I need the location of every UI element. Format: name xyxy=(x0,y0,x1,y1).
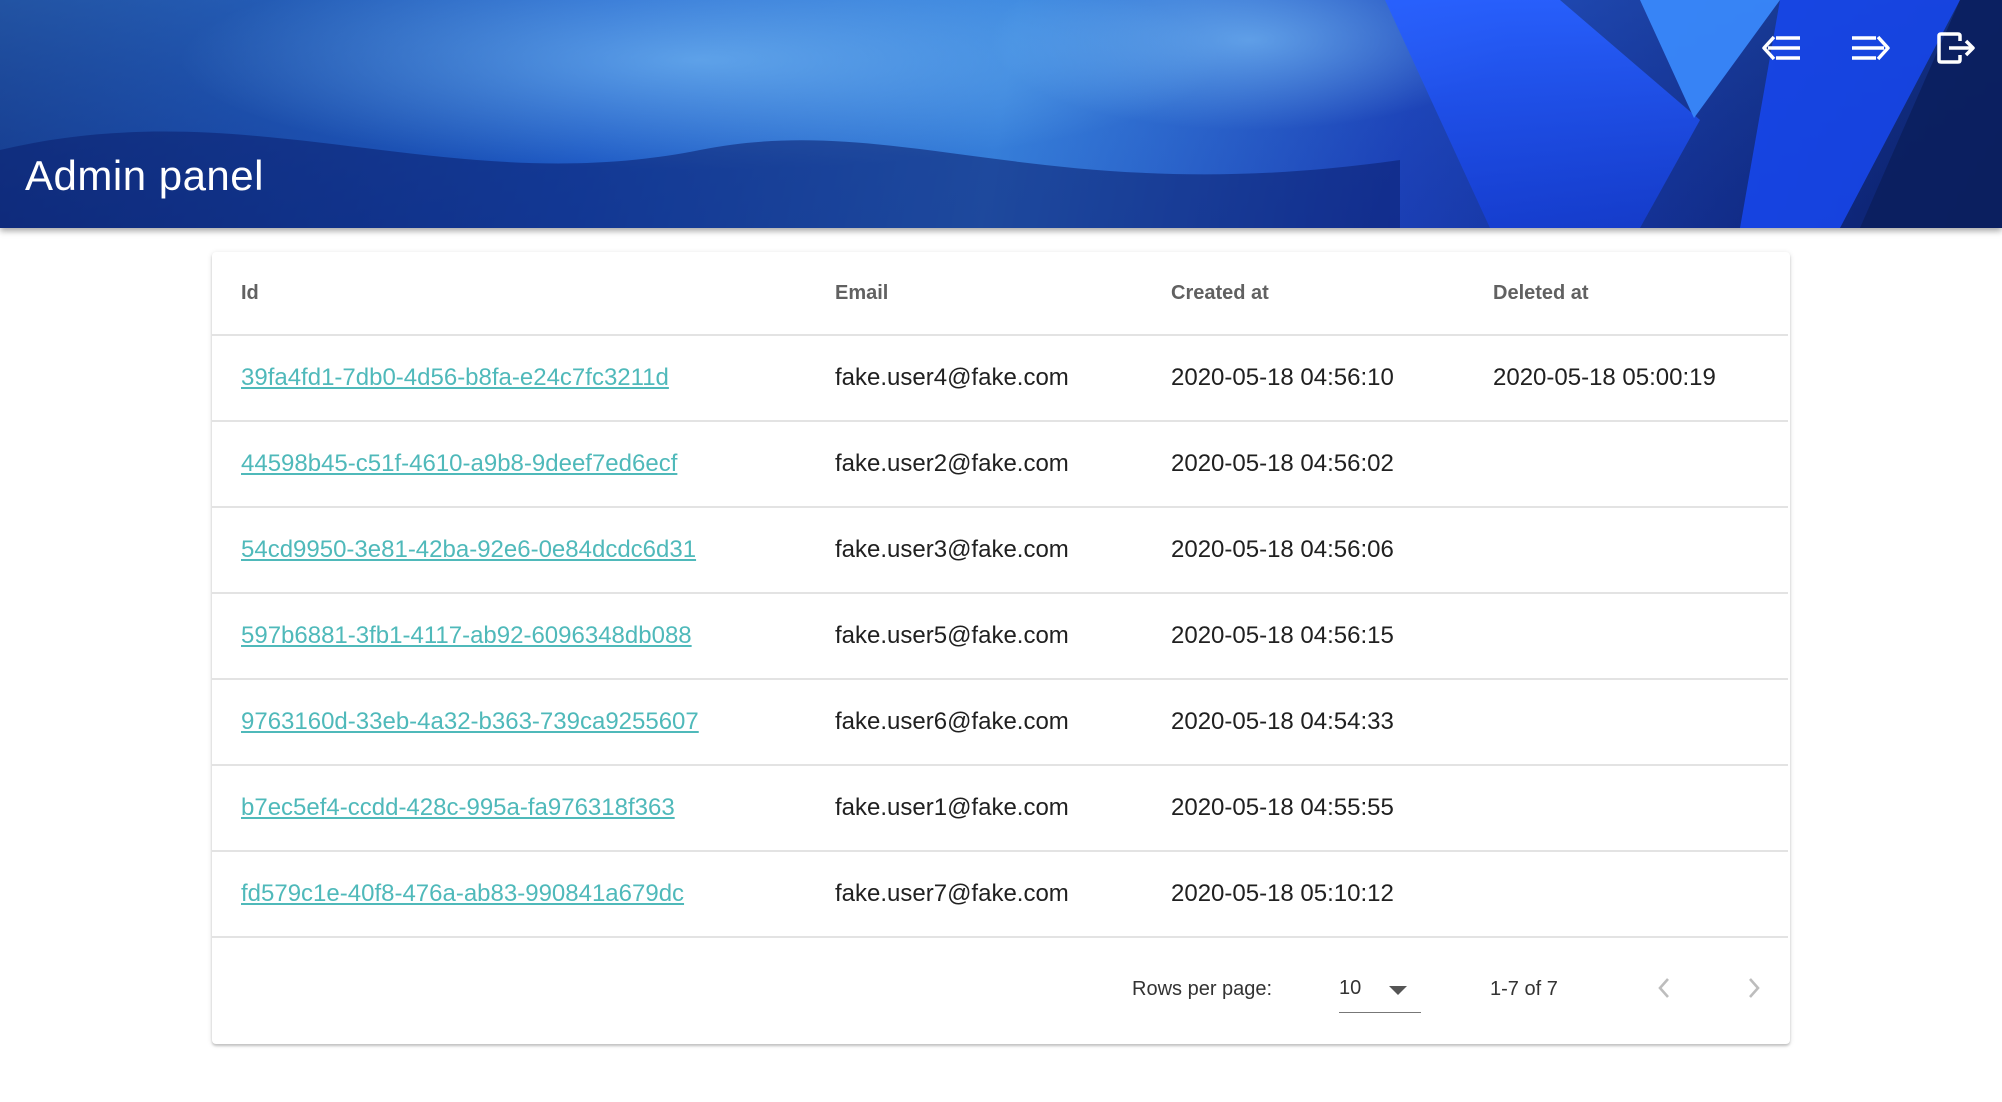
cell-deleted-at xyxy=(1493,593,1788,680)
expand-right-button[interactable] xyxy=(1844,22,1896,74)
table-row[interactable]: 44598b45-c51f-4610-a9b8-9deef7ed6ecf fak… xyxy=(212,421,1788,508)
app-header: Admin panel xyxy=(0,0,2002,228)
user-id-link[interactable]: fd579c1e-40f8-476a-ab83-990841a679dc xyxy=(241,880,684,907)
cell-created-at: 2020-05-18 04:54:33 xyxy=(1171,679,1493,766)
table-row[interactable]: 9763160d-33eb-4a32-b363-739ca9255607 fak… xyxy=(212,679,1788,766)
pagination-range: 1-7 of 7 xyxy=(1490,978,1558,1000)
table-row[interactable]: 597b6881-3fb1-4117-ab92-6096348db088 fak… xyxy=(212,593,1788,680)
table-pagination: Rows per page: 10 1-7 of 7 xyxy=(212,938,1790,1042)
expand-right-icon xyxy=(1852,35,1890,61)
table-row[interactable]: 39fa4fd1-7db0-4d56-b8fa-e24c7fc3211d fak… xyxy=(212,335,1788,422)
logout-icon xyxy=(1937,32,1975,64)
page-title: Admin panel xyxy=(25,152,264,199)
chevron-left-icon xyxy=(1658,978,1669,998)
column-header-created-at[interactable]: Created at xyxy=(1171,252,1493,336)
cell-email: fake.user2@fake.com xyxy=(835,421,1171,508)
user-id-link[interactable]: 9763160d-33eb-4a32-b363-739ca9255607 xyxy=(241,708,699,735)
cell-email: fake.user7@fake.com xyxy=(835,851,1171,938)
cell-id: 54cd9950-3e81-42ba-92e6-0e84dcdc6d31 xyxy=(212,507,835,594)
user-id-link[interactable]: 54cd9950-3e81-42ba-92e6-0e84dcdc6d31 xyxy=(241,536,696,563)
table-row[interactable]: 54cd9950-3e81-42ba-92e6-0e84dcdc6d31 fak… xyxy=(212,507,1788,594)
chevron-right-icon xyxy=(1749,978,1760,998)
cell-created-at: 2020-05-18 04:56:06 xyxy=(1171,507,1493,594)
cell-email: fake.user5@fake.com xyxy=(835,593,1171,680)
cell-deleted-at: 2020-05-18 05:00:19 xyxy=(1493,335,1788,422)
column-header-email[interactable]: Email xyxy=(835,252,1171,336)
cell-email: fake.user4@fake.com xyxy=(835,335,1171,422)
cell-email: fake.user3@fake.com xyxy=(835,507,1171,594)
cell-id: b7ec5ef4-ccdd-428c-995a-fa976318f363 xyxy=(212,765,835,852)
cell-deleted-at xyxy=(1493,851,1788,938)
cell-deleted-at xyxy=(1493,421,1788,508)
cell-id: 9763160d-33eb-4a32-b363-739ca9255607 xyxy=(212,679,835,766)
cell-email: fake.user1@fake.com xyxy=(835,765,1171,852)
previous-page-button[interactable] xyxy=(1642,966,1686,1010)
user-id-link[interactable]: 39fa4fd1-7db0-4d56-b8fa-e24c7fc3211d xyxy=(241,364,669,391)
collapse-left-icon xyxy=(1762,35,1800,61)
collapse-left-button[interactable] xyxy=(1756,22,1808,74)
dropdown-caret-icon xyxy=(1389,986,1407,995)
rows-per-page-label: Rows per page: xyxy=(1132,978,1273,1000)
cell-created-at: 2020-05-18 04:56:10 xyxy=(1171,335,1493,422)
logout-button[interactable] xyxy=(1930,22,1982,74)
next-page-button[interactable] xyxy=(1732,966,1776,1010)
column-header-id[interactable]: Id xyxy=(212,252,835,336)
column-header-deleted-at[interactable]: Deleted at xyxy=(1493,252,1788,336)
user-id-link[interactable]: 44598b45-c51f-4610-a9b8-9deef7ed6ecf xyxy=(241,450,677,477)
users-table: Id Email Created at Deleted at 39fa4fd1-… xyxy=(212,252,1788,938)
table-row[interactable]: b7ec5ef4-ccdd-428c-995a-fa976318f363 fak… xyxy=(212,765,1788,852)
cell-id: 44598b45-c51f-4610-a9b8-9deef7ed6ecf xyxy=(212,421,835,508)
table-row[interactable]: fd579c1e-40f8-476a-ab83-990841a679dc fak… xyxy=(212,851,1788,938)
cell-created-at: 2020-05-18 04:55:55 xyxy=(1171,765,1493,852)
header-background xyxy=(0,0,2002,228)
user-id-link[interactable]: 597b6881-3fb1-4117-ab92-6096348db088 xyxy=(241,622,692,649)
users-table-card: Id Email Created at Deleted at 39fa4fd1-… xyxy=(212,252,1790,1044)
cell-created-at: 2020-05-18 05:10:12 xyxy=(1171,851,1493,938)
cell-id: 39fa4fd1-7db0-4d56-b8fa-e24c7fc3211d xyxy=(212,335,835,422)
cell-created-at: 2020-05-18 04:56:02 xyxy=(1171,421,1493,508)
cell-deleted-at xyxy=(1493,679,1788,766)
rows-per-page-select[interactable]: 10 xyxy=(1339,964,1421,1013)
cell-created-at: 2020-05-18 04:56:15 xyxy=(1171,593,1493,680)
cell-id: 597b6881-3fb1-4117-ab92-6096348db088 xyxy=(212,593,835,680)
user-id-link[interactable]: b7ec5ef4-ccdd-428c-995a-fa976318f363 xyxy=(241,794,675,821)
cell-id: fd579c1e-40f8-476a-ab83-990841a679dc xyxy=(212,851,835,938)
cell-deleted-at xyxy=(1493,765,1788,852)
cell-deleted-at xyxy=(1493,507,1788,594)
rows-per-page-value: 10 xyxy=(1339,977,1362,999)
table-header-row: Id Email Created at Deleted at xyxy=(212,252,1788,336)
cell-email: fake.user6@fake.com xyxy=(835,679,1171,766)
